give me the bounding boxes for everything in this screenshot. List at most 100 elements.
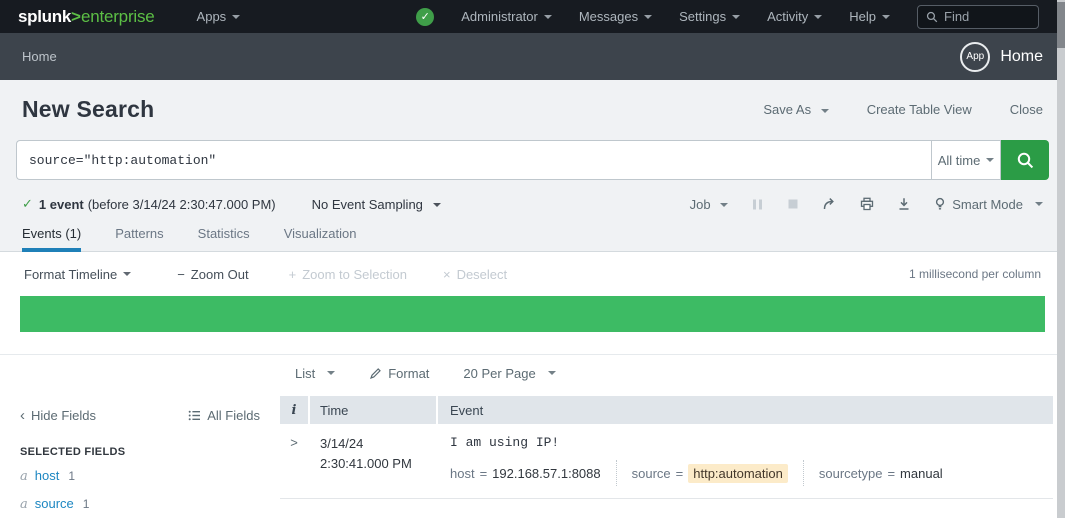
vertical-scrollbar[interactable] (1057, 0, 1065, 518)
format-results-button[interactable]: Format (369, 366, 429, 381)
help-menu-label: Help (849, 9, 876, 24)
field-value[interactable]: manual (900, 466, 943, 481)
hide-fields-button[interactable]: ‹ Hide Fields (20, 408, 96, 423)
search-icon (1016, 151, 1035, 170)
deselect-label: Deselect (457, 267, 508, 282)
apps-menu-label: Apps (197, 9, 227, 24)
stop-button[interactable] (787, 198, 799, 210)
event-field-source[interactable]: source = http:automation (632, 464, 788, 483)
field-value-highlighted[interactable]: http:automation (688, 464, 788, 483)
event-sampling-menu[interactable]: No Event Sampling (312, 197, 441, 212)
list-icon (188, 409, 201, 422)
download-icon (897, 197, 911, 211)
job-menu[interactable]: Job (690, 197, 729, 212)
breadcrumb[interactable]: Home (22, 49, 57, 64)
expand-event-chevron[interactable]: > (290, 434, 298, 486)
event-sampling-label: No Event Sampling (312, 197, 423, 212)
caret-down-icon (548, 371, 556, 375)
settings-menu[interactable]: Settings (679, 9, 740, 24)
hide-fields-label: Hide Fields (31, 408, 96, 423)
apps-menu[interactable]: Apps (197, 9, 241, 24)
tab-events[interactable]: Events (1) (22, 226, 81, 251)
event-field-host[interactable]: host = 192.168.57.1:8088 (450, 466, 601, 481)
events-table-header: i Time Event (280, 396, 1053, 424)
help-menu[interactable]: Help (849, 9, 890, 24)
column-header-event[interactable]: Event (438, 396, 1053, 424)
format-timeline-menu[interactable]: Format Timeline (24, 267, 131, 282)
chevron-left-icon: ‹ (20, 408, 25, 423)
caret-down-icon (814, 15, 822, 19)
app-bar: Home App Home (0, 33, 1065, 80)
all-fields-label: All Fields (207, 408, 260, 423)
field-separator (616, 460, 617, 486)
logo-chevron: > (71, 7, 81, 27)
search-mode-menu[interactable]: Smart Mode (934, 197, 1043, 212)
caret-down-icon (732, 15, 740, 19)
messages-menu-label: Messages (579, 9, 638, 24)
health-check-icon[interactable]: ✓ (416, 8, 434, 26)
administrator-menu[interactable]: Administrator (461, 9, 552, 24)
tab-visualization[interactable]: Visualization (284, 226, 357, 251)
timeline-scale-label: 1 millisecond per column (909, 267, 1041, 281)
search-query-input[interactable] (16, 140, 931, 180)
save-as-label: Save As (763, 102, 811, 117)
event-time-cell: 3/14/24 2:30:41.000 PM (310, 434, 436, 486)
app-badge-label: App (966, 51, 984, 62)
column-header-time[interactable]: Time (310, 396, 436, 424)
tab-statistics[interactable]: Statistics (198, 226, 250, 251)
messages-menu[interactable]: Messages (579, 9, 652, 24)
scrollbar-thumb[interactable] (1057, 2, 1065, 48)
equals-sign: = (480, 466, 488, 481)
find-input[interactable] (944, 9, 1030, 24)
search-button[interactable] (1001, 140, 1049, 180)
event-field-sourcetype[interactable]: sourcetype = manual (819, 466, 943, 481)
pause-button[interactable] (751, 198, 764, 211)
app-title: Home (1000, 48, 1043, 66)
list-view-label: List (295, 366, 315, 381)
event-date: 3/14/24 (320, 434, 436, 454)
share-button[interactable] (822, 197, 837, 211)
app-badge-icon: App (960, 42, 990, 72)
logo-splunk: splunk (18, 7, 71, 27)
tab-patterns[interactable]: Patterns (115, 226, 163, 251)
event-count: 1 event (39, 197, 84, 212)
field-separator (803, 460, 804, 486)
field-item-host[interactable]: a host 1 (20, 467, 260, 486)
find-search[interactable] (917, 5, 1039, 29)
field-key: sourcetype (819, 466, 883, 481)
caret-down-icon (1035, 202, 1043, 206)
create-table-view-link[interactable]: Create Table View (867, 102, 972, 117)
list-view-menu[interactable]: List (295, 366, 335, 381)
field-item-source[interactable]: a source 1 (20, 495, 260, 514)
splunk-logo[interactable]: splunk > enterprise (18, 7, 155, 27)
zoom-out-label: Zoom Out (191, 267, 249, 282)
time-range-picker[interactable]: All time (931, 140, 1001, 180)
fields-sidebar: ‹ Hide Fields All Fields SELECTED FIELDS… (0, 396, 280, 518)
save-as-menu[interactable]: Save As (763, 102, 828, 117)
settings-menu-label: Settings (679, 9, 726, 24)
zoom-to-selection-button[interactable]: + Zoom to Selection (289, 267, 407, 282)
search-icon (926, 10, 938, 24)
all-fields-button[interactable]: All Fields (188, 408, 260, 423)
close-link[interactable]: Close (1010, 102, 1043, 117)
zoom-out-button[interactable]: − Zoom Out (177, 267, 248, 282)
per-page-menu[interactable]: 20 Per Page (463, 366, 555, 381)
field-value[interactable]: 192.168.57.1:8088 (492, 466, 600, 481)
search-mode-label: Smart Mode (952, 197, 1023, 212)
field-name: source (35, 495, 74, 513)
column-header-info[interactable]: i (280, 396, 308, 424)
print-button[interactable] (860, 197, 874, 211)
equals-sign: = (887, 466, 895, 481)
pause-icon (751, 198, 764, 211)
job-menu-label: Job (690, 197, 711, 212)
top-bar: splunk > enterprise Apps ✓ Administrator… (0, 0, 1065, 33)
search-header-section: New Search Save As Create Table View Clo… (0, 80, 1065, 252)
export-button[interactable] (897, 197, 911, 211)
timeline-histogram-bar[interactable] (20, 296, 1045, 332)
raw-event-text: I am using IP! (450, 434, 1053, 451)
activity-menu[interactable]: Activity (767, 9, 822, 24)
lightbulb-icon (934, 197, 946, 211)
caret-down-icon (123, 272, 131, 276)
deselect-button[interactable]: × Deselect (443, 267, 507, 282)
format-results-label: Format (388, 366, 429, 381)
